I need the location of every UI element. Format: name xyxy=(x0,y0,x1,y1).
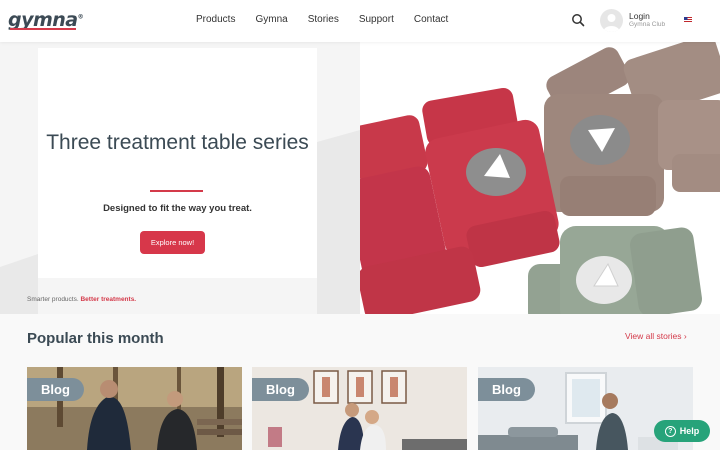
taupe-table-illustration xyxy=(544,42,720,216)
card-tag-blog: Blog xyxy=(27,378,84,401)
hero-subtitle: Designed to fit the way you treat. xyxy=(103,203,252,214)
chevron-right-icon: › xyxy=(683,331,687,341)
help-button[interactable]: ? Help xyxy=(654,420,710,442)
nav-support[interactable]: Support xyxy=(359,14,394,25)
main-nav: Products Gymna Stories Support Contact xyxy=(196,14,468,25)
hero-title: Three treatment table series xyxy=(46,131,309,154)
logo-underline xyxy=(10,28,76,30)
nav-products[interactable]: Products xyxy=(196,14,235,25)
help-label: Help xyxy=(679,426,700,436)
card-tag-blog: Blog xyxy=(478,378,535,401)
hero-tagline: Smarter products. Better treatments. xyxy=(27,296,137,303)
view-all-stories-link[interactable]: View all stories › xyxy=(625,331,687,341)
search-icon[interactable] xyxy=(570,12,586,28)
us-flag-icon[interactable] xyxy=(684,17,692,23)
hero-image-treatment-tables xyxy=(360,42,720,314)
nav-gymna[interactable]: Gymna xyxy=(255,14,287,25)
story-card[interactable]: Blog xyxy=(252,367,467,450)
nav-contact[interactable]: Contact xyxy=(414,14,448,25)
user-avatar-icon[interactable] xyxy=(600,9,623,32)
card-tag-blog: Blog xyxy=(252,378,309,401)
popular-section-title: Popular this month xyxy=(27,330,164,347)
gymna-club-label: Gymna Club xyxy=(629,21,666,28)
hero-title-divider xyxy=(150,190,203,192)
login-link[interactable]: Login xyxy=(629,11,650,21)
nav-stories[interactable]: Stories xyxy=(308,14,339,25)
site-header: gymna® Products Gymna Stories Support Co… xyxy=(0,0,720,42)
story-card[interactable]: Blog xyxy=(27,367,242,450)
page: gymna® Products Gymna Stories Support Co… xyxy=(0,0,720,450)
explore-now-button[interactable]: Explore now! xyxy=(140,231,205,254)
question-icon: ? xyxy=(664,425,676,437)
